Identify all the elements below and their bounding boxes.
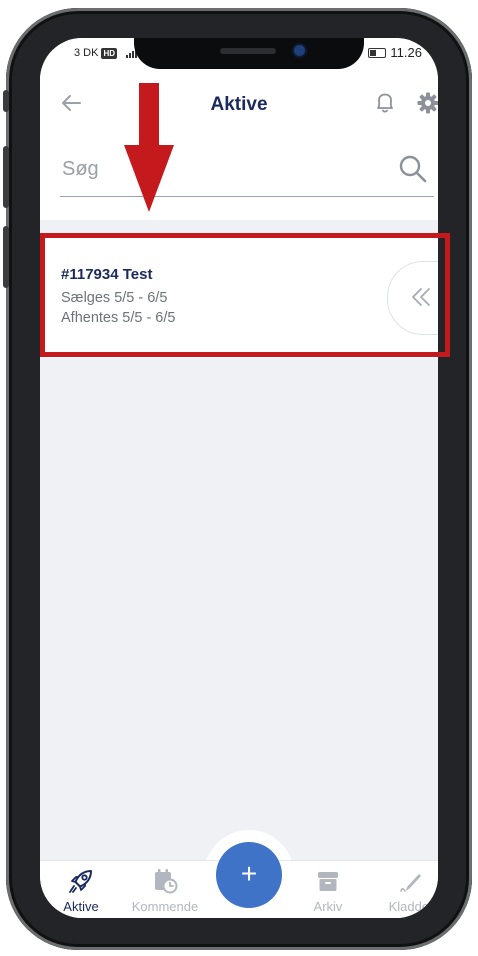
status-left: 3 DK HD [74,47,138,59]
tab-kladder[interactable]: Kladder [366,867,438,914]
search-icon[interactable] [398,154,428,184]
add-button[interactable]: + [216,842,282,908]
battery-icon [368,47,387,58]
clock: 11.26 [390,45,422,60]
archive-icon [318,872,338,891]
tab-kommende[interactable]: Kommende [120,867,210,914]
highlight-box [40,233,450,357]
rocket-icon [69,870,92,893]
phone-volume-down-button [3,226,9,288]
arrow-down-icon [124,83,174,212]
tab-label: Kommende [131,899,199,914]
tab-aktive[interactable]: Aktive [40,867,126,914]
status-right: 11.26 [368,45,422,60]
tab-label: Kladder [388,899,434,914]
speaker-grille [220,48,276,54]
search-placeholder: Søg [62,158,99,180]
network-badge: HD [101,47,118,59]
search-field[interactable]: Søg [60,148,434,197]
tab-label: Aktive [63,899,99,914]
gear-icon[interactable] [417,92,438,114]
notch [134,38,364,69]
front-camera [294,45,305,56]
tab-label: Arkiv [313,899,343,914]
app-screen: 3 DK HD 11.26 Aktive Søg #117934 Test Sæ… [40,38,438,918]
app-header: Aktive [40,82,438,128]
phone-side-button [3,90,9,112]
tab-arkiv[interactable]: Arkiv [283,867,373,914]
calendar-clock-icon [155,869,178,894]
phone-volume-up-button [3,146,9,208]
bell-icon[interactable] [374,91,396,115]
pencil-icon [400,874,421,892]
carrier-label: 3 DK [74,47,99,59]
